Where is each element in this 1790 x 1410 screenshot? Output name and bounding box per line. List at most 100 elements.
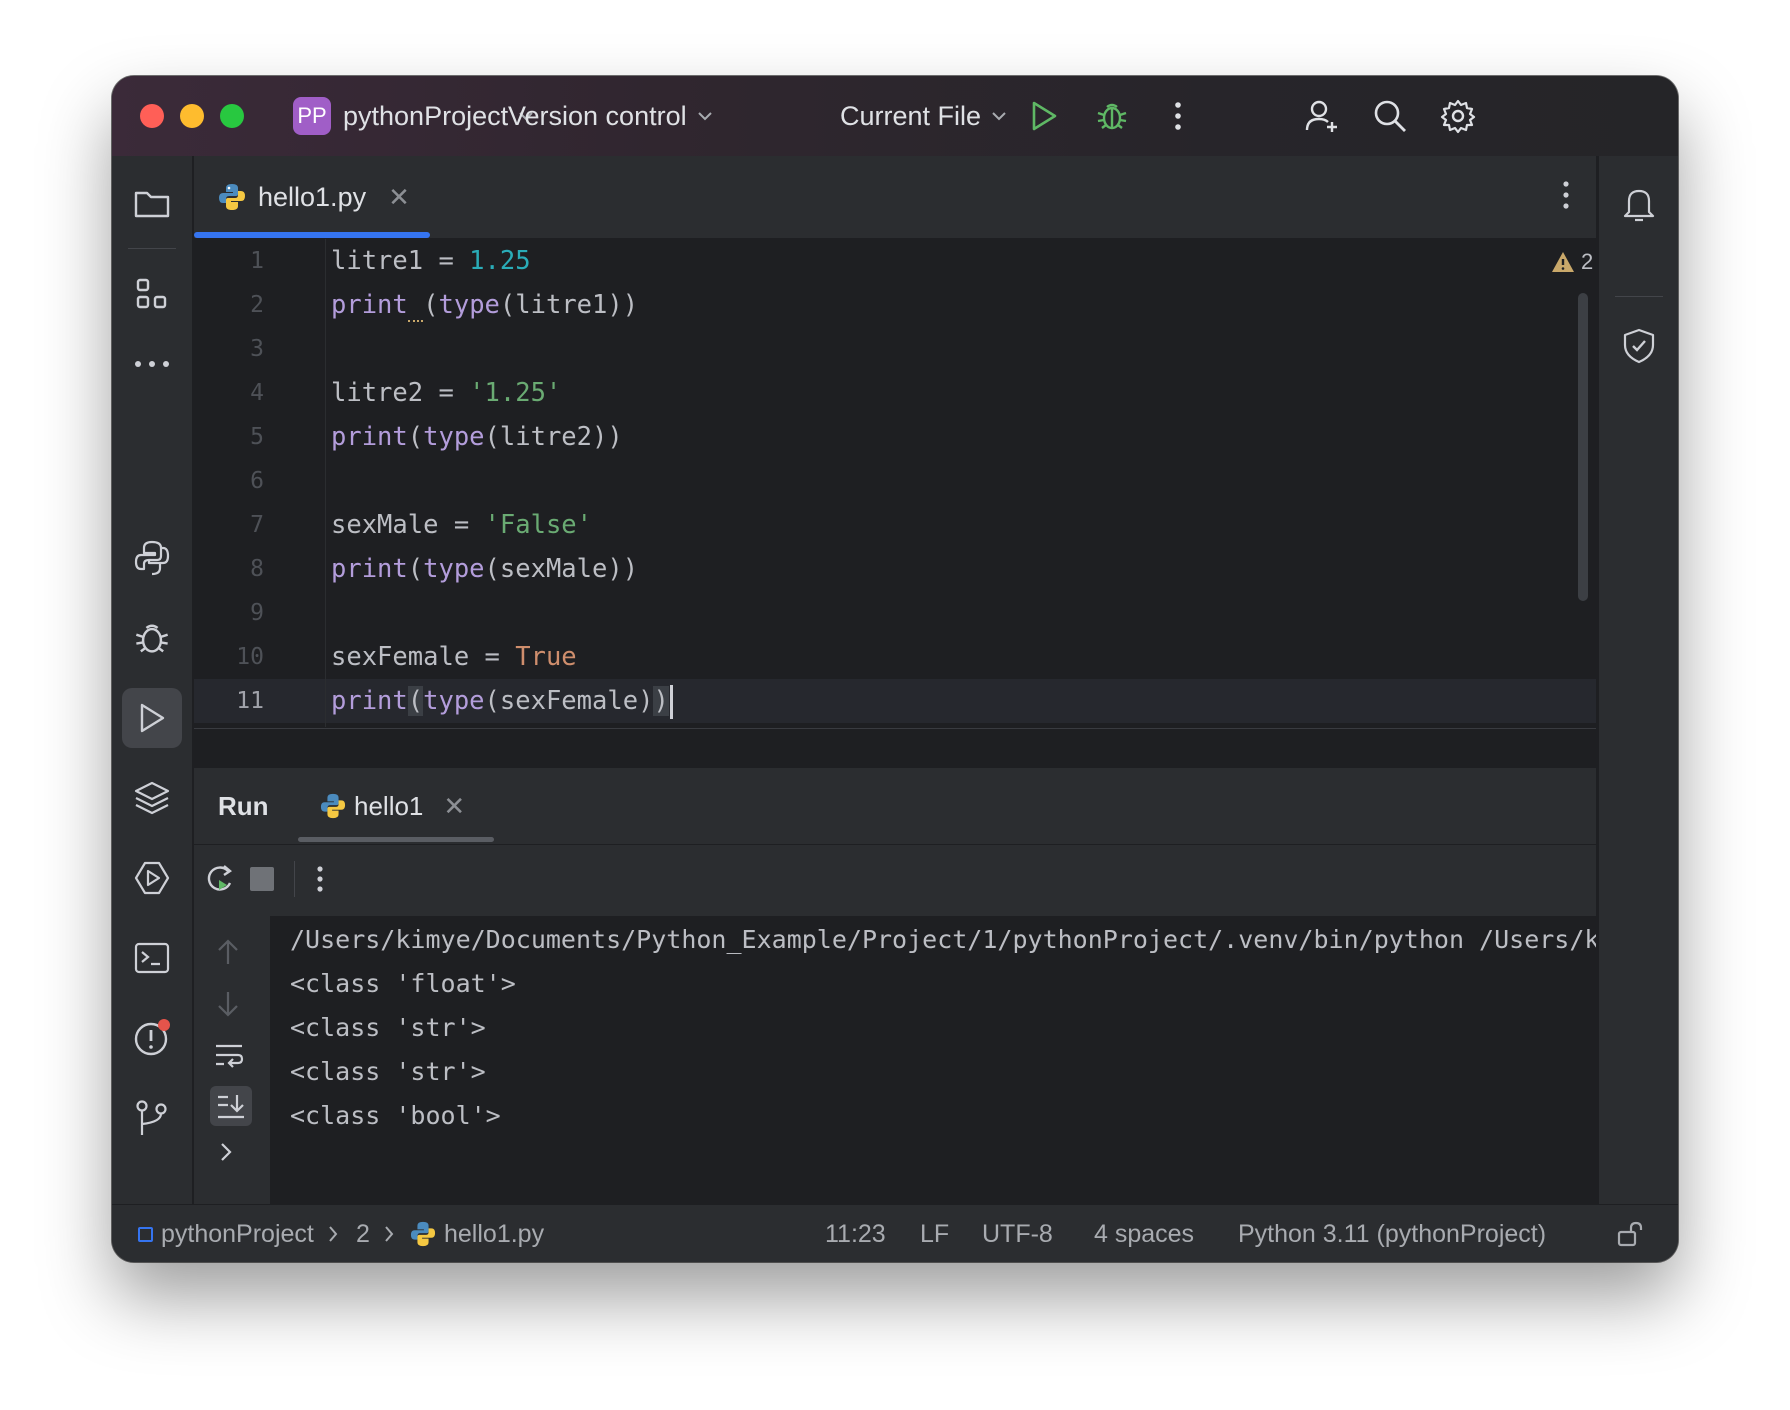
editor-scrollbar[interactable] [1578,293,1588,601]
git-tool-button[interactable] [122,1088,182,1148]
code-line[interactable]: print(type(litre2)) [331,415,623,459]
python-console-button[interactable] [122,528,182,588]
code-token: print [331,422,408,452]
rerun-icon [207,865,233,891]
run-more-button[interactable] [316,865,324,898]
code-token: 1.25 [469,246,531,276]
run-button[interactable] [1024,96,1064,136]
run-tab-label: hello1 [354,790,424,821]
code-editor[interactable]: 1 2 3 4 5 6 7 8 9 10 11 litre1 = 1.25 print (type(l… [194,239,1672,727]
layers-icon [134,781,170,815]
git-icon [136,1100,167,1135]
code-line[interactable]: litre1 = 1.25 [331,239,531,283]
lock-icon [1617,1221,1643,1247]
console-output[interactable]: /Users/kimye/Documents/Python_Example/Pr… [270,916,1596,1204]
code-line[interactable]: print(type(sexFemale)) [331,679,673,723]
play-icon [1032,101,1057,131]
toolbar-separator [1615,296,1663,297]
breadcrumb-file[interactable]: hello1.py [410,1205,544,1262]
python-file-icon [219,184,245,210]
soft-wrap-button[interactable] [214,1042,244,1075]
code-token: type [438,290,500,320]
run-tool-button[interactable] [122,688,182,748]
structure-icon [136,278,167,309]
chevron-right-icon [329,1226,338,1242]
code-token: 'False' [484,510,592,540]
stop-button[interactable] [250,867,274,891]
python-interpreter[interactable]: Python 3.11 (pythonProject) [1238,1205,1546,1262]
terminal-tool-button[interactable] [122,928,182,988]
code-token: litre1 = [331,246,470,276]
toolbar-separator [128,248,176,249]
services-icon [134,861,170,895]
notifications-button[interactable] [1609,174,1669,234]
close-tab-icon[interactable]: ✕ [388,182,410,213]
console-line: <class 'float'> [290,969,516,998]
readonly-toggle[interactable] [1616,1205,1644,1262]
expand-button[interactable] [220,1142,232,1167]
title-bar: PP pythonProject Version control Current… [112,76,1678,156]
line-number: 10 [236,644,264,670]
project-tool-button[interactable] [122,174,182,234]
python-console-icon [134,540,170,576]
project-selector[interactable]: PP pythonProject [293,76,534,156]
line-separator[interactable]: LF [920,1205,949,1262]
more-tools-button[interactable] [122,334,182,394]
close-window-button[interactable] [140,104,164,128]
gutter-divider [325,239,326,727]
debug-tool-button[interactable] [122,608,182,668]
run-tab-hello1[interactable]: hello1 ✕ [298,768,494,844]
code-line[interactable]: litre2 = '1.25' [331,371,561,415]
code-token: ( [407,554,424,584]
search-button[interactable] [1370,96,1410,136]
project-name: pythonProject [343,100,509,131]
ide-window: PP pythonProject Version control Current… [112,76,1678,1262]
more-actions-button[interactable] [1158,96,1198,136]
rerun-button[interactable] [204,863,236,900]
bug-icon [1097,103,1127,130]
line-number: 8 [250,556,264,582]
structure-tool-button[interactable] [122,264,182,324]
add-user-button[interactable] [1302,96,1342,136]
breadcrumb-separator [328,1205,338,1262]
caret-position[interactable]: 11:23 [825,1205,886,1262]
run-config-selector[interactable]: Current File [840,76,1007,156]
debug-button[interactable] [1092,96,1132,136]
warning-icon [1552,252,1574,272]
line-number: 4 [250,380,264,406]
breadcrumb-folder[interactable]: 2 [356,1205,370,1262]
more-vertical-icon [1175,102,1181,130]
terminal-icon [134,942,170,974]
code-line[interactable]: sexMale = 'False' [331,503,592,547]
left-toolbar [112,156,193,1204]
zoom-window-button[interactable] [220,104,244,128]
arrow-up-icon [218,939,238,964]
line-number-gutter: 1 2 3 4 5 6 7 8 9 10 11 [194,239,326,727]
code-line[interactable]: sexFemale = True [331,635,577,679]
version-control-menu[interactable]: Version control [508,76,713,156]
tab-options-button[interactable] [1562,180,1570,215]
run-title: Run [218,791,269,821]
layers-tool-button[interactable] [122,768,182,828]
file-encoding[interactable]: UTF-8 [982,1205,1053,1262]
security-button[interactable] [1609,316,1669,376]
shield-icon [1623,328,1655,364]
indent-setting[interactable]: 4 spaces [1094,1205,1194,1262]
code-line[interactable]: print(type(sexMale)) [331,547,638,591]
scroll-to-end-button[interactable] [210,1086,252,1126]
scroll-down-button[interactable] [216,990,240,1023]
version-control-label: Version control [508,100,687,131]
problems-tool-button[interactable] [122,1008,182,1068]
more-vertical-icon [1563,181,1569,209]
services-tool-button[interactable] [122,848,182,908]
code-line[interactable]: print (type(litre1)) [331,283,638,327]
breadcrumb-project[interactable]: pythonProject [138,1205,314,1262]
run-tool-window: Run hello1 ✕ /Users/kimye/Documents/Pyth… [194,768,1596,1204]
close-run-tab-icon[interactable]: ✕ [443,791,465,822]
editor-tab-hello1[interactable]: hello1.py ✕ [194,156,430,238]
project-badge: PP [293,97,331,135]
settings-button[interactable] [1438,96,1478,136]
python-file-icon [320,793,346,819]
minimize-window-button[interactable] [180,104,204,128]
scroll-up-button[interactable] [216,938,240,971]
